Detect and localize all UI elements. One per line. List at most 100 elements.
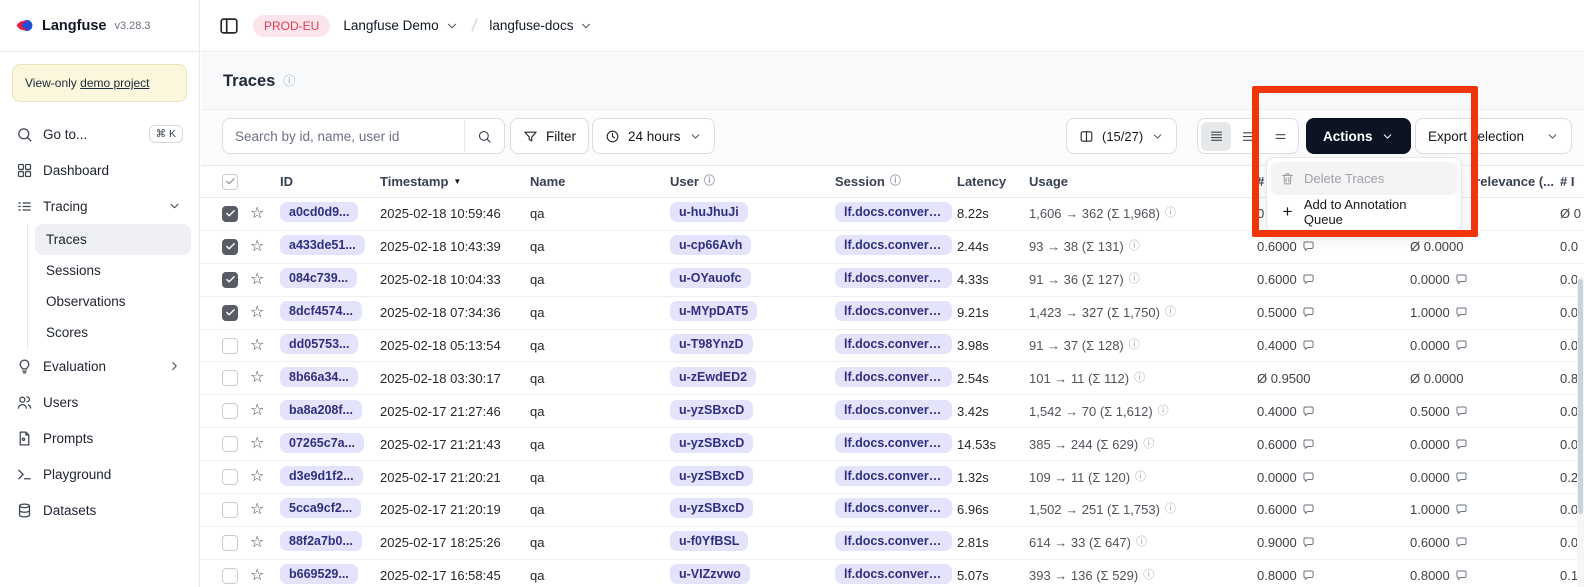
bookmark-star-icon[interactable]: ☆ [250, 535, 264, 551]
column-header-usage[interactable]: Usage [1029, 174, 1257, 189]
row-checkbox[interactable] [222, 305, 238, 321]
scrollbar-thumb[interactable] [1578, 279, 1583, 514]
table-row[interactable]: ☆ dd05753... 2025-02-18 05:13:54 qa u-T9… [201, 330, 1584, 363]
user-badge[interactable]: u-MYpDAT5 [670, 301, 757, 321]
bookmark-star-icon[interactable]: ☆ [250, 469, 264, 485]
menu-item-add-to-annotation-queue[interactable]: + Add to Annotation Queue [1271, 195, 1457, 228]
menu-item-delete-traces[interactable]: Delete Traces [1271, 162, 1457, 195]
user-badge[interactable]: u-yzSBxcD [670, 433, 753, 453]
column-header-latency[interactable]: Latency [957, 174, 1029, 189]
user-badge[interactable]: u-OYauofc [670, 268, 751, 288]
trace-id-badge[interactable]: ba8a208f... [280, 400, 362, 420]
trace-id-badge[interactable]: d3e9d1f2... [280, 466, 363, 486]
user-badge[interactable]: u-yzSBxcD [670, 400, 753, 420]
row-height-small[interactable] [1201, 122, 1231, 151]
column-header-name[interactable]: Name [530, 174, 670, 189]
table-row[interactable]: ☆ 084c739... 2025-02-18 10:04:33 qa u-OY… [201, 264, 1584, 297]
search-submit[interactable] [464, 119, 504, 153]
sidebar-item-sessions[interactable]: Sessions [35, 255, 191, 286]
session-badge[interactable]: lf.docs.conversation... [835, 531, 952, 551]
column-header-session[interactable]: Sessionⓘ [835, 174, 957, 189]
table-row[interactable]: ☆ 07265c7a... 2025-02-17 21:21:43 qa u-y… [201, 428, 1584, 461]
column-header-score3[interactable]: # I [1560, 174, 1584, 189]
trace-id-badge[interactable]: 5cca9cf2... [280, 498, 361, 518]
column-header-id[interactable]: ID [280, 174, 380, 189]
row-checkbox[interactable] [222, 403, 238, 419]
sidebar-toggle-icon[interactable] [218, 15, 240, 37]
bookmark-star-icon[interactable]: ☆ [250, 305, 264, 321]
bookmark-star-icon[interactable]: ☆ [250, 403, 264, 419]
table-row[interactable]: ☆ 8dcf4574... 2025-02-18 07:34:36 qa u-M… [201, 297, 1584, 330]
table-row[interactable]: ☆ ba8a208f... 2025-02-17 21:27:46 qa u-y… [201, 395, 1584, 428]
row-checkbox[interactable] [222, 206, 238, 222]
trace-id-badge[interactable]: dd05753... [280, 334, 358, 354]
sidebar-item-traces[interactable]: Traces [35, 224, 191, 255]
column-header-timestamp[interactable]: Timestamp▼ [380, 174, 530, 189]
bookmark-star-icon[interactable]: ☆ [250, 206, 264, 222]
user-badge[interactable]: u-huJhuJi [670, 202, 748, 222]
sidebar-item-evaluation[interactable]: Evaluation [8, 348, 191, 384]
user-badge[interactable]: u-T98YnzD [670, 334, 753, 354]
sidebar-item-prompts[interactable]: Prompts [8, 420, 191, 456]
export-selection-button[interactable]: Export selection [1415, 118, 1572, 154]
row-checkbox[interactable] [222, 436, 238, 452]
columns-button[interactable]: (15/27) [1066, 118, 1177, 154]
table-row[interactable]: ☆ 88f2a7b0... 2025-02-17 18:25:26 qa u-f… [201, 527, 1584, 560]
search-input[interactable] [223, 119, 464, 153]
sidebar-item-users[interactable]: Users [8, 384, 191, 420]
session-badge[interactable]: lf.docs.conversation... [835, 367, 952, 387]
org-switcher[interactable]: Langfuse Demo [343, 18, 458, 33]
sidebar-item-scores[interactable]: Scores [35, 317, 191, 348]
table-row[interactable]: ☆ d3e9d1f2... 2025-02-17 21:20:21 qa u-y… [201, 461, 1584, 494]
user-badge[interactable]: u-zEwdED2 [670, 367, 756, 387]
sidebar-item-observations[interactable]: Observations [35, 286, 191, 317]
table-row[interactable]: ☆ a433de51... 2025-02-18 10:43:39 qa u-c… [201, 231, 1584, 264]
user-badge[interactable]: u-yzSBxcD [670, 498, 753, 518]
sidebar-item-datasets[interactable]: Datasets [8, 492, 191, 528]
row-checkbox[interactable] [222, 338, 238, 354]
row-checkbox[interactable] [222, 469, 238, 485]
trace-id-badge[interactable]: a433de51... [280, 235, 365, 255]
bookmark-star-icon[interactable]: ☆ [250, 239, 264, 255]
session-badge[interactable]: lf.docs.conversation... [835, 235, 952, 255]
trace-id-badge[interactable]: 8dcf4574... [280, 301, 362, 321]
row-checkbox[interactable] [222, 272, 238, 288]
session-badge[interactable]: lf.docs.conversation... [835, 498, 952, 518]
trace-id-badge[interactable]: 084c739... [280, 268, 357, 288]
time-range-button[interactable]: 24 hours [592, 118, 715, 154]
user-badge[interactable]: u-VIZzvwo [670, 564, 750, 584]
row-checkbox[interactable] [222, 502, 238, 518]
session-badge[interactable]: lf.docs.conversation... [835, 466, 952, 486]
trace-id-badge[interactable]: a0cd0d9... [280, 202, 358, 222]
session-badge[interactable]: lf.docs.conversation... [835, 334, 952, 354]
demo-project-link[interactable]: demo project [80, 76, 149, 90]
bookmark-star-icon[interactable]: ☆ [250, 272, 264, 288]
bookmark-star-icon[interactable]: ☆ [250, 568, 264, 584]
table-row[interactable]: ☆ 8b66a34... 2025-02-18 03:30:17 qa u-zE… [201, 362, 1584, 395]
session-badge[interactable]: lf.docs.conversation... [835, 268, 952, 288]
user-badge[interactable]: u-yzSBxcD [670, 466, 753, 486]
project-switcher[interactable]: langfuse-docs [489, 18, 593, 33]
trace-id-badge[interactable]: 8b66a34... [280, 367, 358, 387]
row-checkbox[interactable] [222, 568, 238, 584]
table-row[interactable]: ☆ 5cca9cf2... 2025-02-17 21:20:19 qa u-y… [201, 494, 1584, 527]
goto-search[interactable]: Go to... ⌘ K [8, 116, 191, 152]
bookmark-star-icon[interactable]: ☆ [250, 436, 264, 452]
trace-id-badge[interactable]: 07265c7a... [280, 433, 364, 453]
filter-button[interactable]: Filter [510, 118, 589, 154]
column-header-user[interactable]: Userⓘ [670, 174, 835, 189]
sidebar-item-tracing[interactable]: Tracing [8, 188, 191, 224]
session-badge[interactable]: lf.docs.conversation... [835, 301, 952, 321]
row-checkbox[interactable] [222, 370, 238, 386]
bookmark-star-icon[interactable]: ☆ [250, 338, 264, 354]
trace-id-badge[interactable]: 88f2a7b0... [280, 531, 362, 551]
sidebar-item-dashboard[interactable]: Dashboard [8, 152, 191, 188]
session-badge[interactable]: lf.docs.conversation... [835, 433, 952, 453]
select-all-checkbox[interactable] [222, 174, 238, 190]
session-badge[interactable]: lf.docs.conversation... [835, 400, 952, 420]
row-height-large[interactable] [1265, 122, 1295, 151]
row-height-medium[interactable] [1233, 122, 1263, 151]
column-header-relevance[interactable]: relevance (... [1475, 174, 1560, 189]
user-badge[interactable]: u-cp66Avh [670, 235, 751, 255]
row-checkbox[interactable] [222, 535, 238, 551]
